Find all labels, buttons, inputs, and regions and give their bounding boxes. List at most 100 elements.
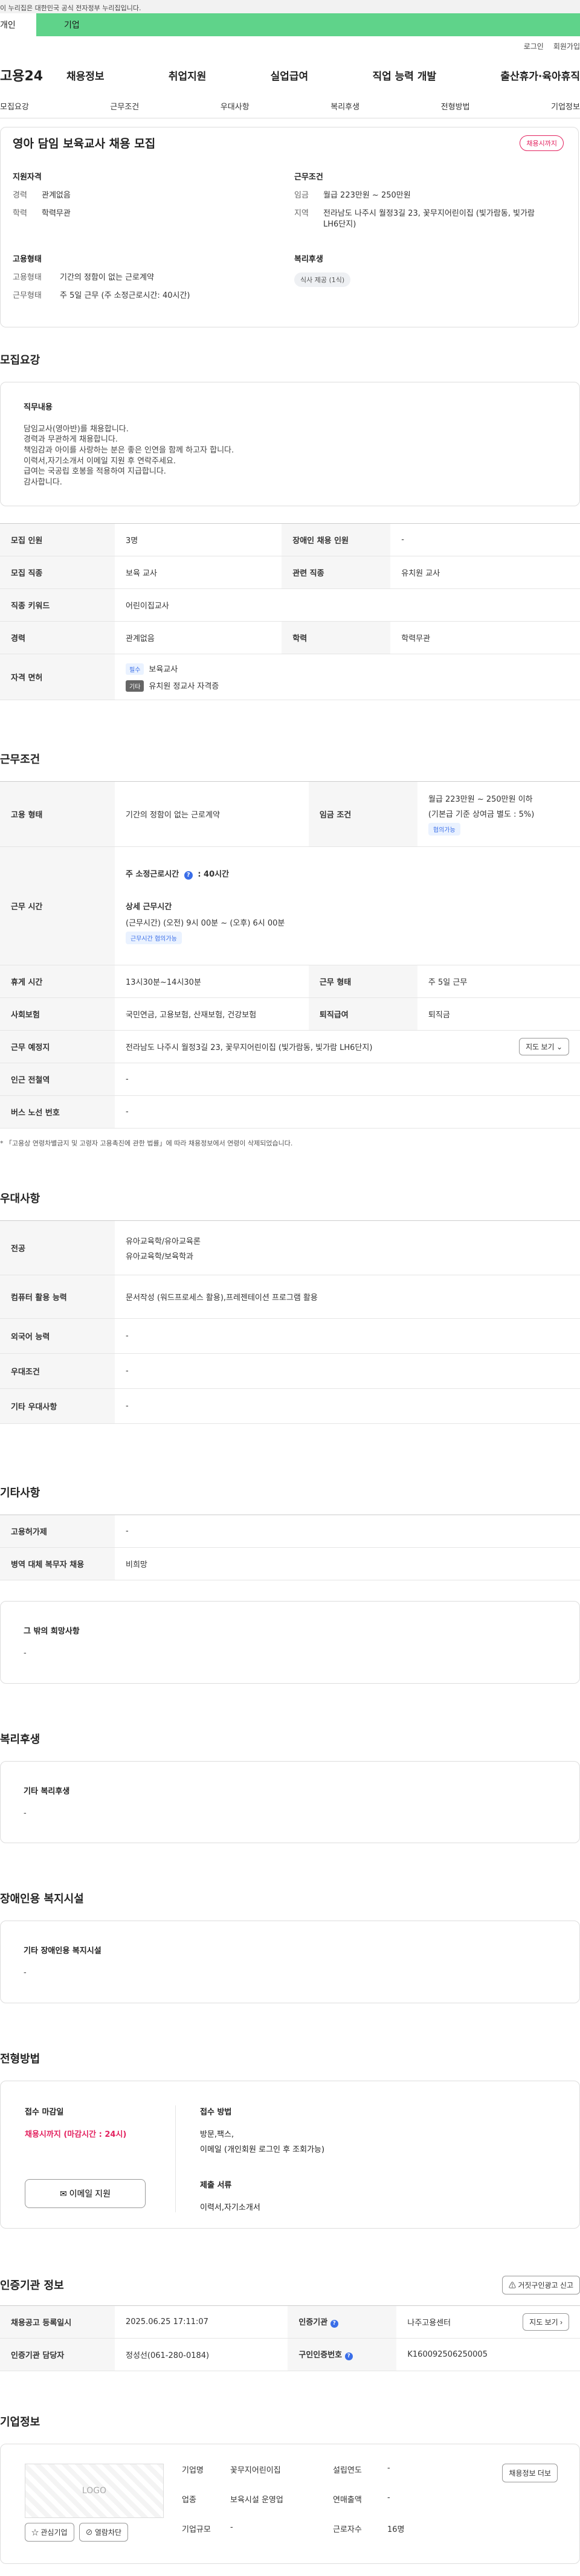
site-logo[interactable]: 고용24 xyxy=(0,65,66,85)
company-jobs-button[interactable]: 채용정보 더보 xyxy=(502,2463,558,2482)
label: 기타 우대사항 xyxy=(0,1388,115,1425)
tab-company[interactable]: 기업 xyxy=(36,13,580,36)
gnb-item-support[interactable]: 취업지원 xyxy=(169,68,207,83)
value: 유치원 정교사 자격증 xyxy=(149,681,219,691)
label: 장애인 채용 인원 xyxy=(282,523,391,557)
report-icon: ⚠ xyxy=(508,2281,516,2290)
place-cell: 전라남도 나주시 월정3길 23, 꽃무지어린이집 (빛가람동, 빛가람 LH6… xyxy=(115,1030,580,1064)
tab-pref[interactable]: 우대사항 xyxy=(221,100,250,112)
table-row: 우대조건 - xyxy=(0,1353,580,1389)
other-tag: 기타 xyxy=(126,680,144,692)
info-icon[interactable]: ? xyxy=(184,871,193,880)
label: 휴게 시간 xyxy=(0,965,115,999)
value: 월급 223만원 ~ 250만원 xyxy=(323,191,411,200)
table-row: 인근 전철역 - xyxy=(0,1063,580,1096)
table-row: 모집 직종 보육 교사 관련 직종 유치원 교사 xyxy=(0,556,580,590)
value: 13시30분~14시30분 xyxy=(115,965,309,999)
section-recruit-title: 모집요강 xyxy=(0,353,40,367)
label: 인근 전철역 xyxy=(0,1063,115,1096)
hours-total-label: 주 소정근로시간 xyxy=(126,870,179,880)
label: 연매출액 xyxy=(333,2495,362,2505)
map-label: 지도 보기 xyxy=(529,2317,558,2326)
label: 지역 xyxy=(294,209,309,219)
docs-value: 이력서,자기소개서 xyxy=(200,2203,260,2212)
table-row: 병역 대체 복무자 채용 비희망 xyxy=(0,1547,580,1581)
value: 월급 223만원 ~ 250만원 이하 xyxy=(428,795,533,805)
table-row: 경력 관계없음 학력 학력무관 xyxy=(0,621,580,655)
duty-title: 직무내용 xyxy=(24,402,53,412)
value: 문서작성 (워드프로세스 활용),프레젠테이션 프로그램 활용 xyxy=(115,1275,580,1319)
label: 사회보험 xyxy=(0,997,115,1031)
hours-cell: 주 소정근로시간 ? : 40시간 상세 근무시간 (근무시간) (오전) 9시… xyxy=(115,846,580,966)
table-row: 근무 예정지 전라남도 나주시 월정3길 23, 꽃무지어린이집 (빛가람동, … xyxy=(0,1030,580,1064)
apply-box: 접수 마감일 채용시까지 (마감시간 : 24시) ✉ 이메일 지원 접수 방법… xyxy=(0,2080,580,2229)
table-row: 자격 면허 필수 보육교사 기타 유치원 정교사 자격증 xyxy=(0,654,580,701)
tab-welfare[interactable]: 복리후생 xyxy=(330,100,359,112)
tab-work[interactable]: 근무조건 xyxy=(110,100,139,112)
value: - xyxy=(230,2522,233,2532)
value: 어린이집교사 xyxy=(115,588,580,622)
value: 학력무관 xyxy=(390,621,580,655)
employment-title: 고용형태 xyxy=(13,254,42,264)
email-apply-button[interactable]: ✉ 이메일 지원 xyxy=(25,2178,146,2208)
method-value: 방문,팩스, xyxy=(200,2130,234,2139)
signup-link[interactable]: 회원가입 xyxy=(553,41,580,51)
table-row: 근무 시간 주 소정근로시간 ? : 40시간 상세 근무시간 (근무시간) (… xyxy=(0,846,580,966)
value: 나주고용센터 xyxy=(407,2318,451,2328)
tab-apply[interactable]: 전형방법 xyxy=(441,100,470,112)
duty-box: 직무내용 담임교사(영아반)를 채용합니다. 경력과 무관하게 채용합니다. 책… xyxy=(0,381,580,507)
qualification-block: 지원자격 경력 관계없음 학력 학력무관 xyxy=(13,170,282,238)
table-row: 채용공고 등록일시 2025.06.25 17:11:07 인증기관 ? 나주고… xyxy=(0,2305,580,2339)
section-apply-title: 전형방법 xyxy=(0,2052,40,2066)
table-row: 컴퓨터 활용 능력 문서작성 (워드프로세스 활용),프레젠테이션 프로그램 활… xyxy=(0,1275,580,1319)
agency-map-button[interactable]: 지도 보기 › xyxy=(523,2313,569,2331)
tab-personal[interactable]: 개인 xyxy=(0,13,36,36)
docs-title: 제출 서류 xyxy=(200,2180,232,2190)
block-button[interactable]: ⊘ 열람차단 xyxy=(79,2522,129,2542)
table-row: 고용허가제 - xyxy=(0,1515,580,1548)
work-table: 고용 형태 기간의 정함이 없는 근로계약 임금 조건 월급 223만원 ~ 2… xyxy=(0,781,580,1129)
report-button[interactable]: ⚠ 거짓구인광고 신고 xyxy=(501,2275,580,2294)
value: - xyxy=(115,1063,580,1096)
mail-icon: ✉ xyxy=(60,2188,67,2198)
tab-recruit[interactable]: 모집요강 xyxy=(0,100,29,112)
value: - xyxy=(115,1388,580,1425)
value: 전라남도 나주시 월정3길 23, 꽃무지어린이집 (빛가람동, 빛가람 LH6… xyxy=(323,209,535,230)
favorite-button[interactable]: ☆ 관심기업 xyxy=(25,2522,74,2542)
gnb-item-benefit[interactable]: 실업급여 xyxy=(271,68,309,83)
age-note: * 「고용상 연령차별금지 및 고령자 고용촉진에 관한 법률」에 따라 채용정… xyxy=(0,1139,293,1148)
employment-block: 고용형태 고용형태 기간의 정함이 없는 근로계약 근무형태 주 5일 근무 (주 … xyxy=(13,253,282,309)
value: 꽃무지어린이집 xyxy=(230,2465,281,2475)
label: 설립연도 xyxy=(333,2465,362,2475)
tab-company[interactable]: 기업정보 xyxy=(551,100,580,112)
value: - xyxy=(387,2463,390,2473)
label-text: 인증기관 xyxy=(298,2318,328,2328)
value: 퇴직금 xyxy=(417,997,580,1031)
welfare-box-value: - xyxy=(24,1808,27,1818)
facility-box-value: - xyxy=(24,1968,27,1978)
label: 모집 인원 xyxy=(0,523,115,557)
value: - xyxy=(115,1515,580,1548)
info-icon[interactable]: ? xyxy=(344,2352,353,2361)
section-welfare-title: 복리후생 xyxy=(0,1733,40,1746)
map-button[interactable]: 지도 보기 ⌄ xyxy=(519,1038,569,1056)
welfare-box-title: 기타 복리후생 xyxy=(24,1786,70,1796)
star-icon: ☆ xyxy=(31,2528,39,2537)
value: 정성선(061-280-0184) xyxy=(115,2338,288,2371)
gnb-item-training[interactable]: 직업 능력 개발 xyxy=(372,68,436,83)
label: 전공 xyxy=(0,1220,115,1276)
table-row: 인증기관 담당자 정성선(061-280-0184) 구인인증번호 ? K160… xyxy=(0,2338,580,2371)
other-wish-title: 그 밖의 희망사항 xyxy=(24,1627,80,1637)
table-row: 휴게 시간 13시30분~14시30분 근무 형태 주 5일 근무 xyxy=(0,965,580,999)
org-cell: 나주고용센터 지도 보기 › xyxy=(396,2305,580,2339)
login-link[interactable]: 로그인 xyxy=(524,41,544,51)
company-logo-area: LOGO ☆ 관심기업 ⊘ 열람차단 xyxy=(25,2463,164,2542)
gnb-item-jobs[interactable]: 채용정보 xyxy=(66,68,105,83)
value: - xyxy=(390,523,580,557)
label: 임금 조건 xyxy=(308,781,417,848)
value: 2025.06.25 17:11:07 xyxy=(115,2305,288,2339)
gnb-item-leave[interactable]: 출산휴가·육아휴직 xyxy=(500,68,580,83)
info-icon[interactable]: ? xyxy=(330,2320,338,2328)
label: 인증기관 ? xyxy=(288,2305,397,2339)
job-title: 영아 담임 보육교사 채용 모집 xyxy=(13,137,156,150)
